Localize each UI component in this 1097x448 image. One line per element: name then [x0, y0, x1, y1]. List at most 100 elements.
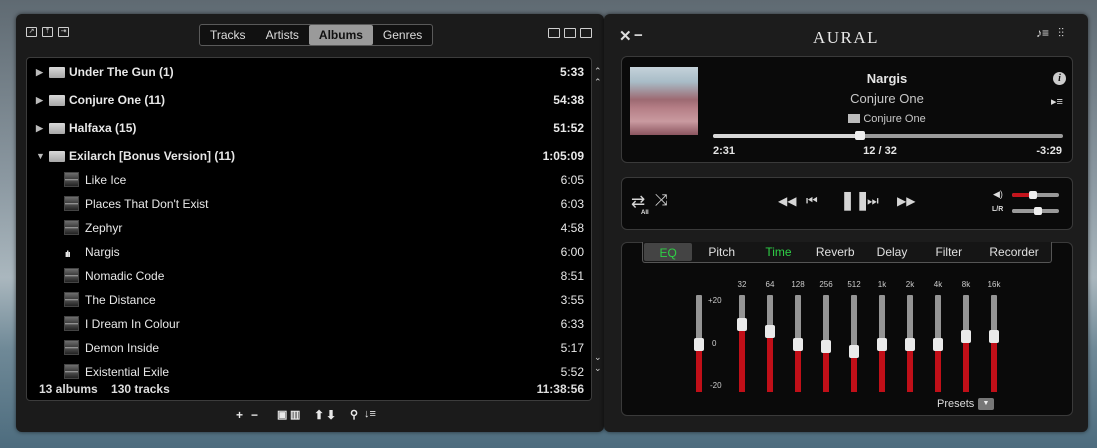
trash-icon[interactable]: ▥ [290, 408, 300, 424]
eq-slider-knob[interactable] [821, 339, 831, 353]
track-art-thumbnail [64, 340, 79, 355]
tab-tracks[interactable]: Tracks [200, 25, 256, 45]
repeat-icon[interactable]: ⇄ [631, 192, 645, 212]
previous-track-icon[interactable]: ⏮ [806, 193, 818, 209]
album-group-row[interactable]: ▶ Conjure One (11) 54:38 [27, 88, 591, 112]
eq-band-slider[interactable] [849, 295, 859, 392]
pause-icon[interactable]: ❚❚ [840, 190, 870, 211]
balance-knob[interactable] [1033, 207, 1042, 215]
expand-down-icon[interactable]: ▼ [36, 144, 45, 168]
remaining-time[interactable]: -3:29 [1036, 145, 1062, 157]
eq-band-slider[interactable] [989, 295, 999, 392]
album-folder-icon [49, 67, 65, 78]
track-row[interactable]: Nomadic Code 8:51 [27, 264, 591, 288]
track-title: Nargis [866, 71, 908, 86]
track-row[interactable]: Zephyr 4:58 [27, 216, 591, 240]
view-bottom-icon[interactable] [564, 28, 576, 38]
track-art-thumbnail [64, 292, 79, 307]
sort-icon[interactable]: ↓≡ [364, 408, 376, 424]
album-group-row[interactable]: ▼ Exilarch [Bonus Version] (11) 1:05:09 [27, 144, 591, 168]
tab-genres[interactable]: Genres [373, 25, 432, 45]
eq-band-slider[interactable] [765, 295, 775, 392]
eq-band-slider[interactable] [961, 295, 971, 392]
minimize-icon[interactable]: ↗ [26, 27, 37, 37]
track-row[interactable]: Places That Don't Exist 6:03 [27, 192, 591, 216]
eq-slider-knob[interactable] [765, 325, 775, 339]
search-icon[interactable]: ⚲ [350, 408, 358, 424]
eq-band-slider[interactable] [821, 295, 831, 392]
queue-icon[interactable]: ▸≡ [1051, 95, 1063, 108]
track-name: Demon Inside [85, 341, 160, 355]
eq-band-slider[interactable] [877, 295, 887, 392]
eq-slider-knob[interactable] [961, 330, 971, 344]
effects-toggle-icon[interactable]: ⫶⫶ [1058, 26, 1064, 41]
balance-slider[interactable] [1012, 207, 1059, 215]
eq-slider-knob[interactable] [694, 337, 704, 351]
save-icon[interactable]: ▣ [277, 408, 287, 424]
eq-slider-knob[interactable] [905, 337, 915, 351]
scroll-down-icon[interactable]: ⌄ ⌄ [594, 352, 602, 374]
next-track-icon[interactable]: ⏭ [867, 193, 879, 209]
eq-slider-knob[interactable] [849, 344, 859, 358]
expand-right-icon[interactable]: ▶ [36, 88, 43, 112]
track-name: Nomadic Code [85, 269, 165, 283]
track-duration: 6:33 [560, 317, 584, 331]
track-row[interactable]: I Dream In Colour 6:33 [27, 312, 591, 336]
presets-dropdown-icon[interactable]: ▼ [978, 398, 994, 410]
track-row[interactable]: The Distance 3:55 [27, 288, 591, 312]
scroll-up-icon[interactable]: ⌃ ⌃ [594, 66, 602, 88]
track-row[interactable]: Like Ice 6:05 [27, 168, 591, 192]
track-row[interactable]: Demon Inside 5:17 [27, 336, 591, 360]
tab-recorder[interactable]: Recorder [977, 242, 1051, 262]
tab-eq[interactable]: EQ [644, 243, 693, 261]
album-name: Under The Gun (1) [69, 65, 174, 79]
expand-right-icon[interactable]: ▶ [36, 116, 43, 140]
eq-band-slider[interactable] [933, 295, 943, 392]
expand-right-icon[interactable]: ▶ [36, 60, 43, 84]
eq-band-slider[interactable] [793, 295, 803, 392]
album-art [630, 67, 698, 135]
tab-filter[interactable]: Filter [920, 242, 977, 262]
tab-albums[interactable]: Albums [308, 25, 373, 45]
tab-delay[interactable]: Delay [864, 242, 921, 262]
track-row[interactable]: ılı Nargis 6:00 [27, 240, 591, 264]
tab-reverb[interactable]: Reverb [807, 242, 864, 262]
eq-band-slider[interactable] [737, 295, 747, 392]
shuffle-icon[interactable]: ⤨ [655, 192, 668, 210]
info-icon[interactable]: i [1053, 72, 1066, 85]
rewind-icon[interactable]: ◀◀ [778, 194, 796, 208]
album-group-row[interactable]: ▶ Halfaxa (15) 51:52 [27, 116, 591, 140]
dock-top-icon[interactable]: ⤒ [42, 27, 53, 37]
eq-slider-knob[interactable] [933, 337, 943, 351]
view-right-icon[interactable] [580, 28, 592, 38]
eq-slider-knob[interactable] [793, 337, 803, 351]
album-count: 13 albums [39, 382, 98, 396]
preamp-slider[interactable] [694, 295, 704, 392]
move-up-button[interactable]: ⬆ [314, 408, 324, 424]
seek-knob[interactable] [855, 131, 865, 140]
playlist-toggle-icon[interactable]: ♪≡ [1036, 26, 1049, 40]
volume-knob[interactable] [1029, 191, 1038, 199]
elapsed-time[interactable]: 2:31 [713, 145, 735, 157]
presets-label[interactable]: Presets [937, 398, 974, 410]
seek-bar[interactable] [713, 131, 1063, 140]
album-group-row[interactable]: ▶ Under The Gun (1) 5:33 [27, 60, 591, 84]
track-duration: 5:17 [560, 341, 584, 355]
view-left-icon[interactable] [548, 28, 560, 38]
eq-band-slider[interactable] [905, 295, 915, 392]
eq-slider-knob[interactable] [737, 318, 747, 332]
add-tracks-button[interactable]: + [236, 408, 243, 424]
eq-slider-knob[interactable] [989, 330, 999, 344]
volume-icon[interactable]: ◀) [993, 189, 1003, 200]
eq-slider-knob[interactable] [877, 337, 887, 351]
volume-slider[interactable] [1012, 191, 1059, 199]
dock-right-icon[interactable]: ⇥ [58, 27, 69, 37]
move-down-button[interactable]: ⬇ [326, 408, 336, 424]
remove-tracks-button[interactable]: − [251, 408, 258, 424]
tab-pitch[interactable]: Pitch [693, 242, 750, 262]
tab-time[interactable]: Time [750, 242, 807, 262]
tab-artists[interactable]: Artists [256, 25, 309, 45]
track-duration: 8:51 [560, 269, 584, 283]
track-art-thumbnail [64, 316, 79, 331]
fast-forward-icon[interactable]: ▶▶ [897, 194, 915, 208]
